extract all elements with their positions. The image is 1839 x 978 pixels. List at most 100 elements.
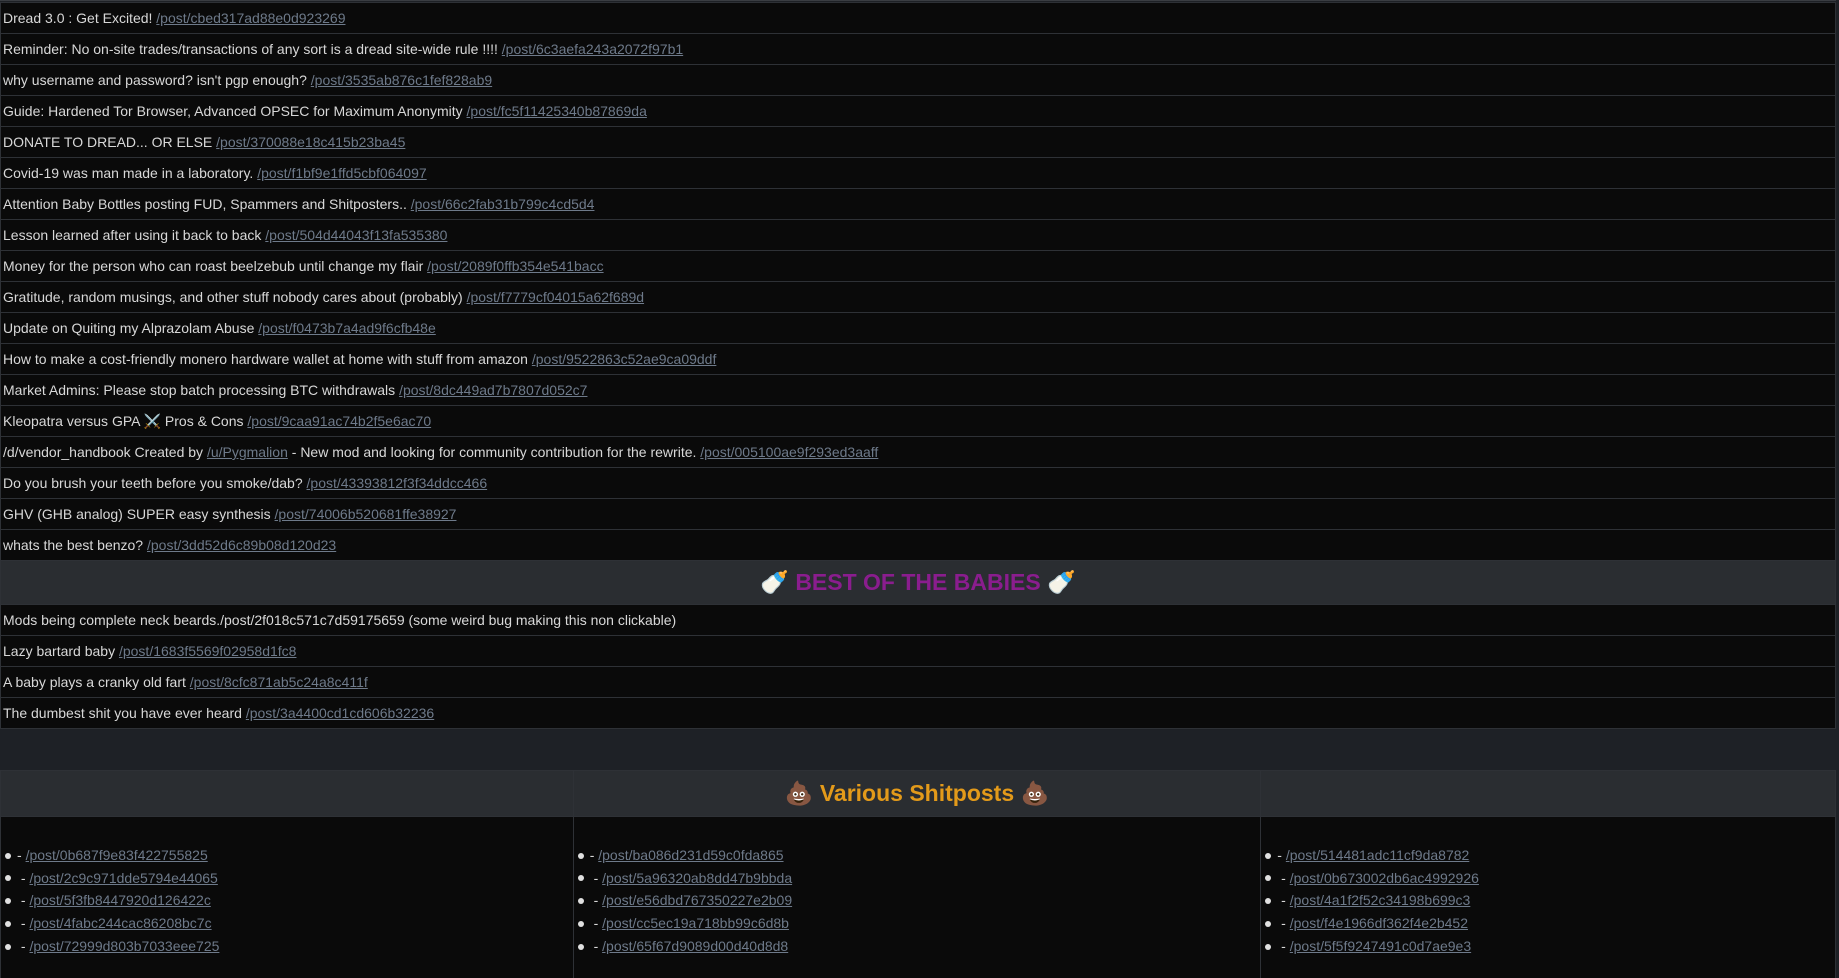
post-link[interactable]: /post/e56dbd767350227e2b09	[602, 892, 792, 908]
post-link[interactable]: /post/0b673002db6ac4992926	[1290, 870, 1479, 886]
list-item: - /post/4fabc244cac86208bc7c	[3, 912, 573, 935]
post-link[interactable]: /post/1683f5569f02958d1fc8	[119, 643, 297, 659]
post-link[interactable]: /post/9caa91ac74b2f5e6ac70	[247, 413, 431, 429]
table-row: Covid-19 was man made in a laboratory. /…	[0, 157, 1836, 189]
bullet-icon	[577, 943, 584, 950]
table-row: A baby plays a cranky old fart /post/8cf…	[0, 666, 1836, 698]
shitposts-list-1: - /post/0b687f9e83f422755825 - /post/2c9…	[1, 844, 573, 957]
posts-table: Dread 3.0 : Get Excited! /post/cbed317ad…	[0, 2, 1836, 729]
post-title: Lesson learned after using it back to ba…	[3, 227, 266, 243]
bullet-icon	[577, 898, 584, 905]
post-cell: How to make a cost-friendly monero hardw…	[0, 343, 1836, 375]
post-cell: Lesson learned after using it back to ba…	[0, 219, 1836, 251]
dash: -	[593, 869, 603, 886]
post-link[interactable]: /post/0b687f9e83f422755825	[26, 847, 208, 863]
shitposts-column-2: - /post/ba086d231d59c0fda865 - /post/5a9…	[572, 816, 1262, 978]
table-row: Attention Baby Bottles posting FUD, Spam…	[0, 188, 1836, 220]
post-link[interactable]: /post/f0473b7a4ad9f6cfb48e	[258, 320, 436, 336]
vendor-middle: - New mod and looking for community cont…	[287, 444, 701, 460]
table-row: Mods being complete neck beards./post/2f…	[0, 604, 1836, 636]
post-link[interactable]: /post/72999d803b7033eee725	[29, 938, 219, 954]
post-cell: Market Admins: Please stop batch process…	[0, 374, 1836, 406]
dash: -	[593, 937, 603, 954]
table-row: /d/vendor_handbook Created by /u/Pygmali…	[0, 436, 1836, 468]
shitposts-column-1: - /post/0b687f9e83f422755825 - /post/2c9…	[0, 816, 574, 978]
post-link[interactable]: /post/74006b520681ffe38927	[275, 506, 457, 522]
bullet-icon	[1265, 920, 1272, 927]
post-link[interactable]: /post/43393812f3f34ddcc466	[307, 475, 488, 491]
post-link[interactable]: /post/005100ae9f293ed3aaff	[700, 444, 878, 460]
post-title: Dread 3.0 : Get Excited!	[3, 10, 157, 26]
post-title-plain: Mods being complete neck beards./post/2f…	[3, 612, 677, 628]
vendor-handbook-cell: /d/vendor_handbook Created by /u/Pygmali…	[0, 436, 1836, 468]
post-link[interactable]: /post/3a4400cd1cd606b32236	[246, 705, 434, 721]
post-title: Guide: Hardened Tor Browser, Advanced OP…	[3, 103, 467, 119]
post-cell: The dumbest shit you have ever heard /po…	[0, 697, 1836, 729]
post-link[interactable]: /post/5f5f9247491c0d7ae9e3	[1290, 938, 1471, 954]
post-title: Attention Baby Bottles posting FUD, Spam…	[3, 196, 411, 212]
post-link[interactable]: /post/3dd52d6c89b08d120d23	[147, 537, 336, 553]
list-item: - /post/cc5ec19a718bb99c6d8b	[576, 912, 1261, 935]
user-link[interactable]: /u/Pygmalion	[207, 444, 288, 460]
post-title: Kleopatra versus GPA ⚔️ Pros & Cons	[3, 413, 248, 429]
post-link[interactable]: /post/ba086d231d59c0fda865	[598, 847, 783, 863]
table-row: Reminder: No on-site trades/transactions…	[0, 33, 1836, 65]
post-link[interactable]: /post/9522863c52ae9ca09ddf	[532, 351, 717, 367]
post-cell: Mods being complete neck beards./post/2f…	[0, 604, 1836, 636]
post-link[interactable]: /post/5f3fb8447920d126422c	[29, 892, 210, 908]
post-cell: Attention Baby Bottles posting FUD, Spam…	[0, 188, 1836, 220]
post-link[interactable]: /post/370088e18c415b23ba45	[216, 134, 405, 150]
post-link[interactable]: /post/504d44043f13fa535380	[265, 227, 447, 243]
post-link[interactable]: /post/6c3aefa243a2072f97b1	[502, 41, 683, 57]
post-cell: Money for the person who can roast beelz…	[0, 250, 1836, 282]
bullet-icon	[5, 920, 11, 927]
list-item: - /post/f4e1966df362f4e2b452	[1263, 912, 1835, 935]
post-link[interactable]: /post/2c9c971dde5794e44065	[29, 870, 217, 886]
post-link[interactable]: /post/2089f0ffb354e541bacc	[427, 258, 603, 274]
shitposts-heading-row: 💩 Various Shitposts 💩	[0, 770, 1836, 817]
post-link[interactable]: /post/f1bf9e1ffd5cbf064097	[257, 165, 426, 181]
post-link[interactable]: /post/cbed317ad88e0d923269	[156, 10, 345, 26]
post-link[interactable]: /post/66c2fab31b799c4cd5d4	[411, 196, 595, 212]
post-link[interactable]: /post/4fabc244cac86208bc7c	[29, 915, 211, 931]
post-link[interactable]: /post/5a96320ab8dd47b9bbda	[602, 870, 792, 886]
post-link[interactable]: /post/8dc449ad7b7807d052c7	[399, 382, 587, 398]
bullet-icon	[5, 852, 11, 859]
table-row: How to make a cost-friendly monero hardw…	[0, 343, 1836, 375]
post-link[interactable]: /post/3535ab876c1fef828ab9	[311, 72, 492, 88]
post-link[interactable]: /post/65f67d9089d00d40d8d8	[602, 938, 788, 954]
post-cell: Update on Quiting my Alprazolam Abuse /p…	[0, 312, 1836, 344]
post-cell: Gratitude, random musings, and other stu…	[0, 281, 1836, 313]
post-cell: GHV (GHB analog) SUPER easy synthesis /p…	[0, 498, 1836, 530]
baby-bottle-icon: 🍼	[1047, 570, 1076, 596]
shitposts-list-2: - /post/ba086d231d59c0fda865 - /post/5a9…	[574, 844, 1261, 957]
post-link[interactable]: /post/8cfc871ab5c24a8c411f	[190, 674, 368, 690]
dash: -	[1281, 937, 1290, 954]
post-cell: Do you brush your teeth before you smoke…	[0, 467, 1836, 499]
post-title: DONATE TO DREAD... OR ELSE	[3, 134, 217, 150]
table-row: Lazy bartard baby /post/1683f5569f02958d…	[0, 635, 1836, 667]
list-item: - /post/0b673002db6ac4992926	[1263, 867, 1835, 890]
post-link[interactable]: /post/cc5ec19a718bb99c6d8b	[602, 915, 789, 931]
post-link[interactable]: /post/f4e1966df362f4e2b452	[1290, 915, 1468, 931]
dash: -	[1277, 847, 1286, 863]
post-cell: A baby plays a cranky old fart /post/8cf…	[0, 666, 1836, 698]
page: Dread 3.0 : Get Excited! /post/cbed317ad…	[0, 0, 1839, 978]
dash: -	[593, 915, 603, 932]
post-link[interactable]: /post/f7779cf04015a62f689d	[467, 289, 645, 305]
list-item: - /post/72999d803b7033eee725	[3, 935, 573, 958]
bullet-icon	[1265, 898, 1272, 905]
table-row: Lesson learned after using it back to ba…	[0, 219, 1836, 251]
post-link[interactable]: /post/514481adc11cf9da8782	[1286, 847, 1469, 863]
post-title: Update on Quiting my Alprazolam Abuse	[3, 320, 259, 336]
list-item: - /post/ba086d231d59c0fda865	[576, 844, 1261, 867]
table-row: Dread 3.0 : Get Excited! /post/cbed317ad…	[0, 2, 1836, 34]
posts-body: Dread 3.0 : Get Excited! /post/cbed317ad…	[0, 2, 1836, 729]
babies-heading-row: 🍼 BEST OF THE BABIES 🍼	[0, 560, 1836, 605]
table-row: Market Admins: Please stop batch process…	[0, 374, 1836, 406]
post-link[interactable]: /post/4a1f2f52c34198b699c3	[1290, 892, 1471, 908]
post-link[interactable]: /post/fc5f11425340b87869da	[467, 103, 647, 119]
post-title: whats the best benzo?	[3, 537, 147, 553]
list-item: - /post/65f67d9089d00d40d8d8	[576, 935, 1261, 958]
bullet-icon	[5, 898, 11, 905]
